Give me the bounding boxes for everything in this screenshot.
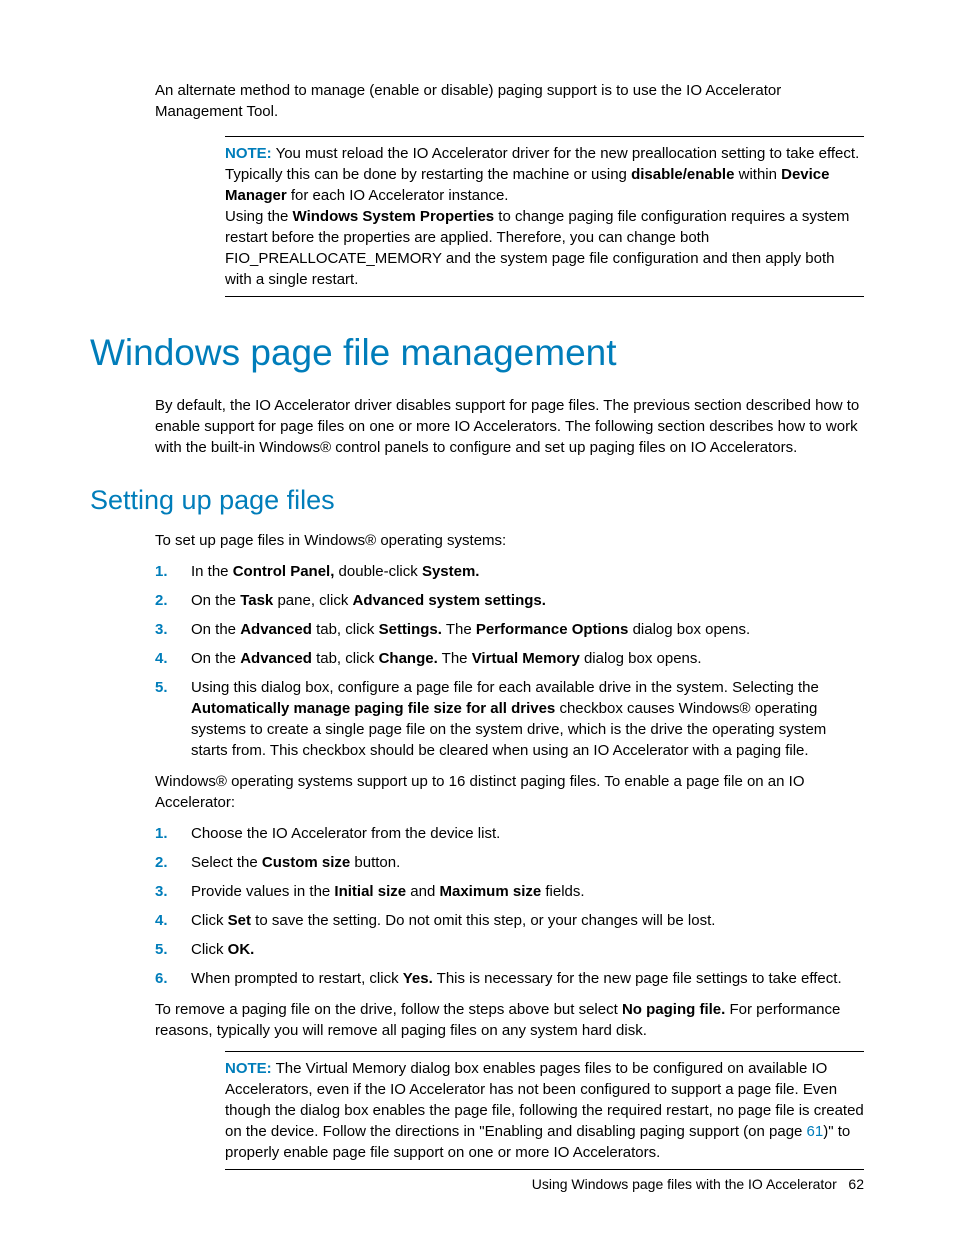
step-bold: Settings.: [379, 621, 442, 638]
step-text: to save the setting. Do not omit this st…: [251, 912, 715, 929]
step-text: Using this dialog box, configure a page …: [191, 679, 819, 696]
step-bold: Control Panel,: [233, 563, 335, 580]
list-item: Select the Custom size button.: [155, 852, 864, 873]
list-item: On the Advanced tab, click Settings. The…: [155, 619, 864, 640]
step-text: When prompted to restart, click: [191, 970, 403, 987]
step-text: Click: [191, 912, 228, 929]
step-bold: Yes.: [403, 970, 433, 987]
step-bold: Advanced: [240, 621, 312, 638]
list-item: Using this dialog box, configure a page …: [155, 677, 864, 761]
step-text: Click: [191, 941, 228, 958]
note-label: NOTE:: [225, 145, 272, 162]
step-bold: Virtual Memory: [472, 650, 580, 667]
step-text: and: [406, 883, 439, 900]
step-text: On the: [191, 592, 240, 609]
list-item: Click OK.: [155, 939, 864, 960]
list-item: On the Advanced tab, click Change. The V…: [155, 648, 864, 669]
heading-windows-page-file-management: Windows page file management: [90, 327, 864, 379]
mid-paragraph: Windows® operating systems support up to…: [155, 771, 864, 813]
step-text: The: [442, 621, 476, 638]
step-text: dialog box opens.: [580, 650, 702, 667]
footer-page-number: 62: [848, 1176, 864, 1192]
footer-text: Using Windows page files with the IO Acc…: [532, 1176, 837, 1192]
step-bold: Maximum size: [440, 883, 542, 900]
step-text: double-click: [334, 563, 422, 580]
list-item: Choose the IO Accelerator from the devic…: [155, 823, 864, 844]
heading-setting-up-page-files: Setting up page files: [90, 482, 864, 520]
note1-p2b: Windows System Properties: [293, 208, 495, 225]
step-text: On the: [191, 650, 240, 667]
step-bold: System.: [422, 563, 480, 580]
note2-text-a: The Virtual Memory dialog box enables pa…: [225, 1060, 864, 1140]
list-item: When prompted to restart, click Yes. Thi…: [155, 968, 864, 989]
list-item: Provide values in the Initial size and M…: [155, 881, 864, 902]
step-bold: Automatically manage paging file size fo…: [191, 700, 555, 717]
step-text: In the: [191, 563, 233, 580]
list-item: In the Control Panel, double-click Syste…: [155, 561, 864, 582]
remove-bold: No paging file.: [622, 1001, 725, 1018]
note-box-2: NOTE: The Virtual Memory dialog box enab…: [225, 1051, 864, 1170]
page-link-61[interactable]: 61: [807, 1123, 824, 1140]
step-bold: Performance Options: [476, 621, 629, 638]
page-footer: Using Windows page files with the IO Acc…: [532, 1175, 864, 1195]
h1-body-paragraph: By default, the IO Accelerator driver di…: [155, 395, 864, 458]
list-item: On the Task pane, click Advanced system …: [155, 590, 864, 611]
step-text: This is necessary for the new page file …: [433, 970, 842, 987]
remove-paragraph: To remove a paging file on the drive, fo…: [155, 999, 864, 1041]
step-text: tab, click: [312, 621, 379, 638]
step-bold: OK.: [228, 941, 255, 958]
step-bold: Advanced: [240, 650, 312, 667]
note1-text2: within: [734, 166, 781, 183]
list-item: Click Set to save the setting. Do not om…: [155, 910, 864, 931]
step-text: On the: [191, 621, 240, 638]
remove-text: To remove a paging file on the drive, fo…: [155, 1001, 622, 1018]
note-label: NOTE:: [225, 1060, 272, 1077]
step-text: The: [438, 650, 472, 667]
note1-text3: for each IO Accelerator instance.: [287, 187, 509, 204]
note-box-1: NOTE: You must reload the IO Accelerator…: [225, 136, 864, 297]
step-text: pane, click: [273, 592, 352, 609]
step-bold: Initial size: [334, 883, 406, 900]
note1-p2a: Using the: [225, 208, 293, 225]
step-text: button.: [350, 854, 400, 871]
step-bold: Task: [240, 592, 273, 609]
step-text: Provide values in the: [191, 883, 334, 900]
h2-intro-paragraph: To set up page files in Windows® operati…: [155, 530, 864, 551]
note1-bold1: disable/enable: [631, 166, 734, 183]
step-bold: Set: [228, 912, 251, 929]
steps-list-b: Choose the IO Accelerator from the devic…: [155, 823, 864, 989]
step-text: fields.: [541, 883, 584, 900]
steps-list-a: In the Control Panel, double-click Syste…: [155, 561, 864, 761]
step-bold: Advanced system settings.: [353, 592, 546, 609]
step-bold: Change.: [379, 650, 438, 667]
intro-paragraph: An alternate method to manage (enable or…: [155, 80, 864, 122]
step-text: Select the: [191, 854, 262, 871]
step-text: Choose the IO Accelerator from the devic…: [191, 825, 500, 842]
step-text: tab, click: [312, 650, 379, 667]
step-text: dialog box opens.: [628, 621, 750, 638]
step-bold: Custom size: [262, 854, 350, 871]
